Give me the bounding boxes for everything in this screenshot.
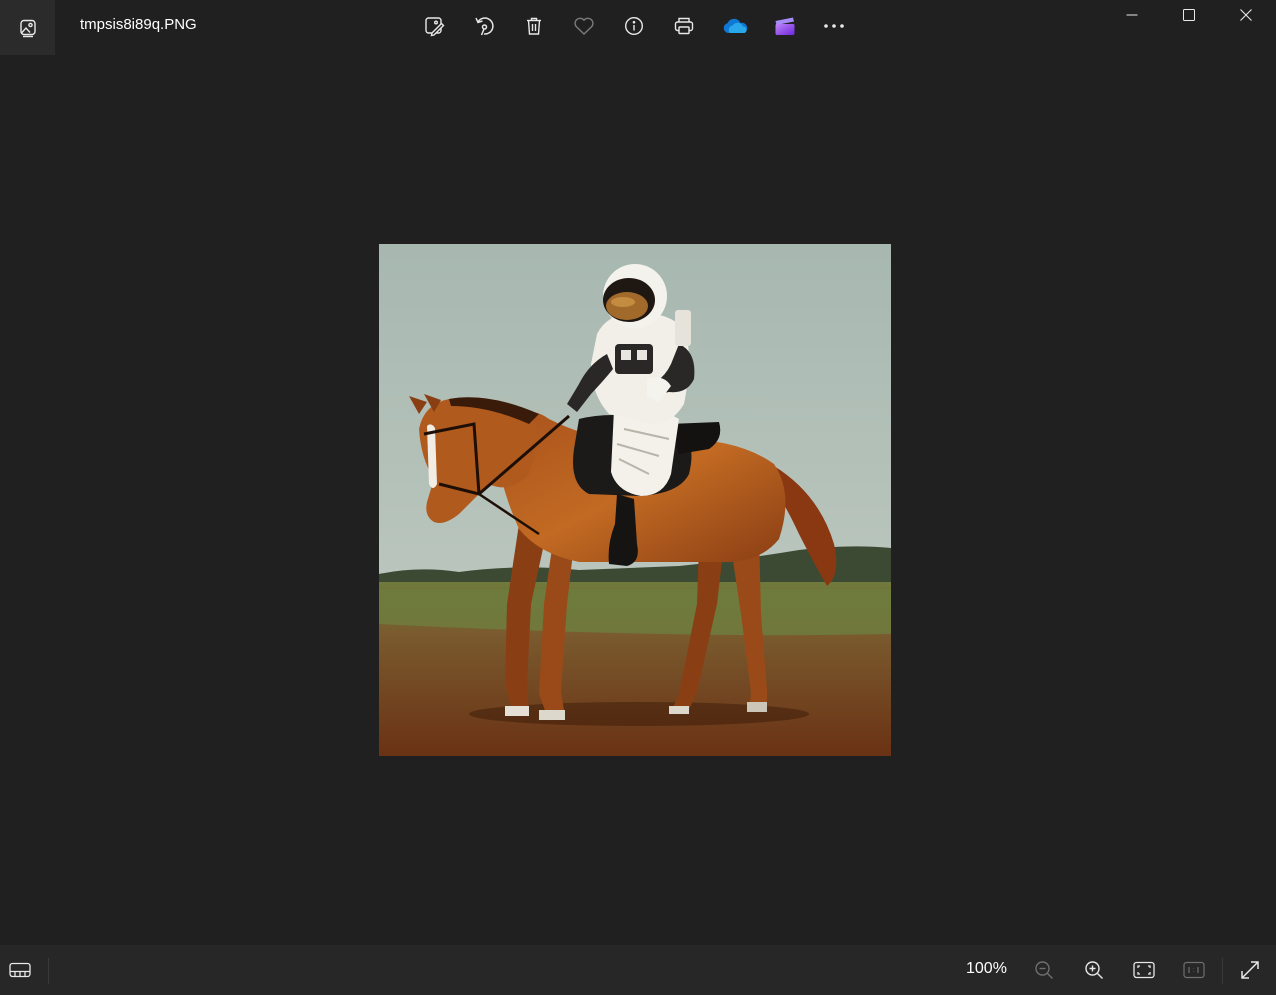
gallery-icon — [18, 18, 38, 38]
minimize-button[interactable] — [1104, 0, 1160, 30]
more-options-button[interactable] — [818, 10, 850, 42]
zoom-out-icon — [1034, 960, 1054, 980]
displayed-image — [379, 244, 891, 756]
status-divider-right — [1222, 958, 1223, 984]
onedrive-button[interactable] — [718, 10, 752, 42]
fullscreen-icon — [1240, 960, 1260, 980]
favorite-icon — [573, 16, 595, 36]
status-divider — [48, 958, 49, 984]
close-icon — [1240, 9, 1252, 21]
more-icon — [823, 23, 845, 29]
fullscreen-button[interactable] — [1234, 955, 1266, 985]
clipchamp-icon — [774, 16, 796, 36]
delete-icon — [524, 16, 544, 36]
zoom-level: 100% — [966, 960, 1007, 977]
maximize-icon — [1183, 9, 1195, 21]
print-button[interactable] — [668, 10, 700, 42]
filmstrip-icon — [9, 962, 31, 978]
edit-image-button[interactable] — [418, 10, 450, 42]
actual-size-button[interactable] — [1178, 955, 1210, 985]
info-icon — [624, 16, 644, 36]
close-button[interactable] — [1218, 0, 1274, 30]
rotate-button[interactable] — [468, 10, 500, 42]
fit-to-window-button[interactable] — [1128, 955, 1160, 985]
gallery-button[interactable] — [0, 0, 55, 55]
maximize-button[interactable] — [1161, 0, 1217, 30]
title-bar: tmpsis8i89q.PNG — [0, 0, 1276, 55]
clipchamp-button[interactable] — [769, 10, 801, 42]
rotate-icon — [473, 15, 495, 37]
favorite-button[interactable] — [568, 10, 600, 42]
delete-button[interactable] — [518, 10, 550, 42]
zoom-in-button[interactable] — [1078, 955, 1110, 985]
fit-to-window-icon — [1133, 961, 1155, 979]
minimize-icon — [1126, 9, 1138, 21]
window-title: tmpsis8i89q.PNG — [80, 16, 197, 33]
actual-size-icon — [1183, 961, 1205, 979]
info-button[interactable] — [618, 10, 650, 42]
print-icon — [673, 16, 695, 36]
edit-image-icon — [423, 15, 445, 37]
zoom-in-icon — [1084, 960, 1104, 980]
zoom-out-button[interactable] — [1028, 955, 1060, 985]
onedrive-icon — [721, 17, 749, 35]
filmstrip-button[interactable] — [4, 955, 36, 985]
